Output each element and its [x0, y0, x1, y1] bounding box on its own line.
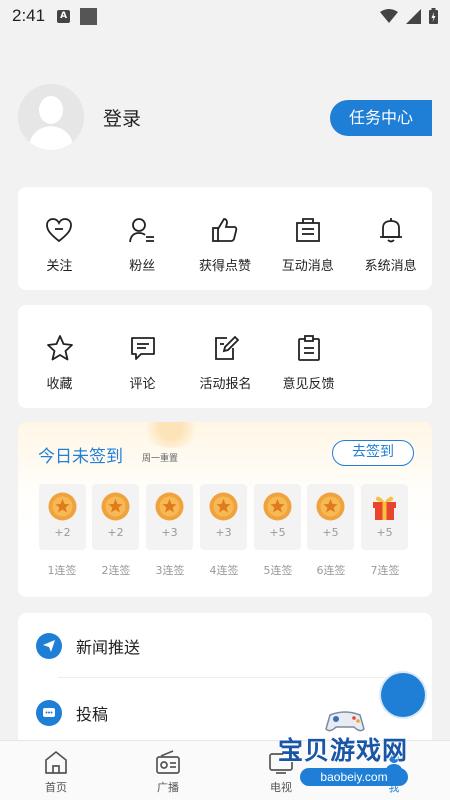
- menu-item-news-push[interactable]: 新闻推送: [18, 616, 432, 676]
- status-bar: 2:41 A: [0, 0, 450, 32]
- chat-bubble-icon: [36, 700, 62, 726]
- coin-icon: [209, 492, 238, 521]
- signin-day-6: +5: [307, 484, 354, 550]
- comment-icon: [130, 337, 155, 360]
- paper-plane-icon: [36, 633, 62, 659]
- shortcut-favorites[interactable]: 收藏: [18, 305, 101, 392]
- tab-home[interactable]: 首页: [11, 741, 101, 800]
- signin-points: +3: [161, 526, 178, 539]
- shortcut-label: 收藏: [46, 377, 73, 392]
- shortcut-feedback[interactable]: 意见反馈: [267, 305, 350, 392]
- thumbs-up-icon: [212, 218, 238, 242]
- menu-item-label: 新闻推送: [76, 638, 141, 657]
- shortcut-fans[interactable]: 粉丝: [101, 187, 184, 274]
- coin-icon: [263, 492, 292, 521]
- signin-day-4: +3: [200, 484, 247, 550]
- shortcut-label: 系统消息: [364, 259, 417, 274]
- shortcut-label: 获得点赞: [198, 259, 251, 274]
- signin-day-label: 2连签: [101, 564, 131, 577]
- signin-subtitle: 周一重置: [142, 454, 179, 464]
- signin-day-label: 3连签: [155, 564, 185, 577]
- signin-day-label: 1连签: [47, 564, 77, 577]
- coin-icon: [48, 492, 77, 521]
- tab-label: 首页: [45, 781, 67, 794]
- shortcut-label: 意见反馈: [282, 377, 335, 392]
- status-time: 2:41: [12, 6, 46, 25]
- star-icon: [46, 335, 73, 361]
- signin-day-label: 6连签: [316, 564, 346, 577]
- clipboard-icon: [297, 335, 320, 361]
- signin-day-label: 5连签: [263, 564, 293, 577]
- signin-day-label: 4连签: [209, 564, 239, 577]
- coin-icon: [316, 492, 345, 521]
- shortcut-event-signup[interactable]: 活动报名: [184, 305, 267, 392]
- signin-points: +5: [269, 526, 286, 539]
- user-list-icon: [129, 218, 155, 243]
- shortcut-card-2: 收藏 评论 活动报名 意见反馈: [18, 305, 432, 408]
- heart-icon: [46, 218, 73, 243]
- coin-icon: [101, 492, 130, 521]
- notification-icon: A: [57, 9, 71, 23]
- shortcut-label: 评论: [129, 377, 156, 392]
- wifi-icon: [380, 9, 398, 23]
- shortcut-label: 关注: [46, 259, 73, 274]
- signin-day-3: +3: [146, 484, 193, 550]
- shortcut-interaction[interactable]: 互动消息: [266, 187, 349, 274]
- tab-radio[interactable]: 广播: [123, 741, 213, 800]
- home-icon: [45, 751, 67, 774]
- login-link[interactable]: 登录: [103, 104, 141, 131]
- menu-item-label: 投稿: [76, 705, 109, 724]
- shortcut-system[interactable]: 系统消息: [349, 187, 432, 274]
- signin-points: +5: [322, 526, 339, 539]
- shortcut-label: 粉丝: [129, 259, 156, 274]
- shortcut-label: 活动报名: [199, 377, 252, 392]
- radio-icon: [156, 750, 180, 774]
- coin-icon: [155, 492, 184, 521]
- signal-icon: [406, 8, 421, 24]
- watermark: 宝贝游戏网 baobeiy.com: [270, 705, 450, 800]
- bell-icon: [379, 218, 402, 243]
- tab-label: 广播: [157, 781, 179, 794]
- shortcut-follow[interactable]: 关注: [18, 187, 101, 274]
- shortcut-card-1: 关注 粉丝 获得点赞 互动消息 系统消息: [18, 187, 432, 290]
- signin-title: 今日未签到: [38, 447, 123, 467]
- notification-square-icon: [80, 7, 98, 25]
- profile-header: 登录 任务中心: [0, 80, 450, 160]
- task-center-button[interactable]: 任务中心: [330, 100, 432, 136]
- signin-day-2: +2: [92, 484, 139, 550]
- shortcut-comments[interactable]: 评论: [101, 305, 184, 392]
- signin-day-7: +5: [361, 484, 408, 550]
- signin-points: +3: [215, 526, 232, 539]
- edit-doc-icon: [214, 335, 239, 360]
- avatar-placeholder-icon: [18, 84, 84, 150]
- watermark-text: 宝贝游戏网: [278, 736, 409, 765]
- gift-icon: [373, 496, 396, 520]
- signin-day-1: +2: [39, 484, 86, 550]
- signin-day-label: 7连签: [370, 564, 400, 577]
- signin-decoration: [140, 422, 202, 448]
- watermark-url: baobeiy.com: [300, 768, 408, 786]
- interaction-message-icon: [295, 218, 320, 242]
- signin-button[interactable]: 去签到: [332, 440, 414, 466]
- signin-day-5: +5: [254, 484, 301, 550]
- signin-card: 今日未签到 周一重置 去签到 +2 +2 +3 +3 +5 +5 +5 1连签 …: [18, 422, 432, 597]
- shortcut-label: 互动消息: [281, 259, 334, 274]
- avatar[interactable]: [18, 84, 84, 150]
- list-divider: [58, 677, 414, 678]
- shortcut-likes[interactable]: 获得点赞: [184, 187, 267, 274]
- signin-points: +5: [376, 526, 393, 539]
- battery-icon: [429, 8, 438, 24]
- signin-points: +2: [54, 526, 71, 539]
- signin-points: +2: [107, 526, 124, 539]
